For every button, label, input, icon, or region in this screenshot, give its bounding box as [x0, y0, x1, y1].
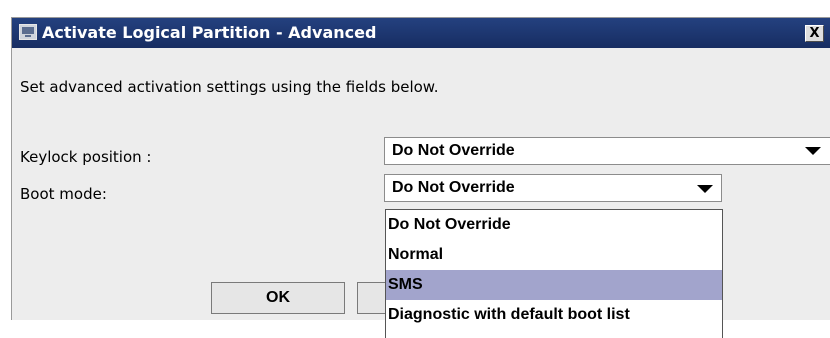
- dropdown-option-diagnostic[interactable]: Diagnostic with default boot list: [386, 300, 722, 330]
- keylock-position-value: Do Not Override: [392, 142, 515, 159]
- chevron-down-icon[interactable]: [697, 185, 713, 193]
- ok-button[interactable]: OK: [211, 282, 345, 314]
- boot-mode-label: Boot mode:: [20, 185, 107, 203]
- instructions-text: Set advanced activation settings using t…: [20, 78, 439, 96]
- close-button[interactable]: X: [805, 25, 824, 42]
- chevron-down-icon[interactable]: [805, 147, 821, 155]
- boot-mode-select[interactable]: Do Not Override: [384, 174, 722, 202]
- dropdown-option-do-not-override[interactable]: Do Not Override: [386, 210, 722, 240]
- boot-mode-value: Do Not Override: [392, 179, 515, 196]
- keylock-position-select[interactable]: Do Not Override: [384, 137, 830, 165]
- window-title: Activate Logical Partition - Advanced: [42, 23, 377, 42]
- title-bar[interactable]: Activate Logical Partition - Advanced X: [12, 18, 830, 48]
- dropdown-option-sms[interactable]: SMS: [386, 270, 722, 300]
- boot-mode-dropdown-list[interactable]: Do Not Override Normal SMS Diagnostic wi…: [385, 209, 723, 338]
- dialog-window: Activate Logical Partition - Advanced X …: [11, 17, 830, 338]
- dropdown-option-normal[interactable]: Normal: [386, 240, 722, 270]
- keylock-position-label: Keylock position :: [20, 148, 152, 166]
- monitor-icon: [19, 24, 37, 40]
